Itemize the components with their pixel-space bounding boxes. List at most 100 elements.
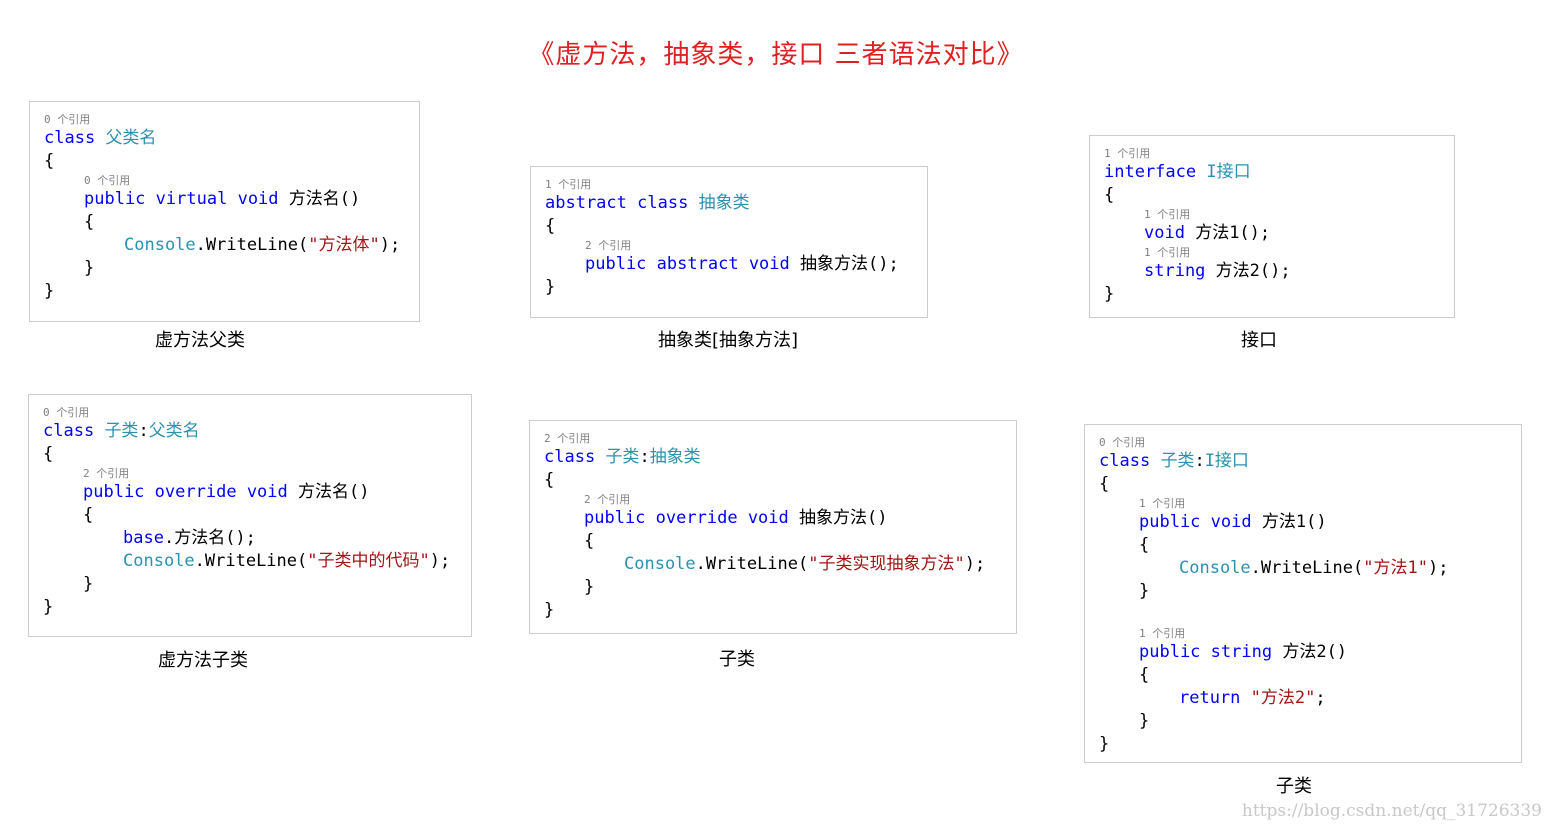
code-token: abstract (656, 254, 739, 274)
code-line: class 子类:I接口 (1099, 450, 1507, 473)
code-line: public void 方法1() (1099, 511, 1507, 534)
code-line: { (545, 215, 913, 238)
page-title: 《虚方法，抽象类，接口 三者语法对比》 (528, 40, 1024, 70)
code-token: } (1104, 284, 1115, 304)
code-token: 抽象类 (649, 447, 701, 467)
caption-abstract-child: 子类 (719, 649, 755, 670)
code-token: class (637, 193, 689, 213)
code-token: "子类中的代码" (307, 551, 430, 571)
code-token: : (639, 447, 650, 467)
code-token: class (44, 128, 96, 148)
reference-count: 0 个引用 (1099, 436, 1146, 449)
code-token: .WriteLine( (194, 551, 308, 571)
code-line: public virtual void 方法名() (44, 188, 405, 211)
code-token: ); (964, 554, 986, 574)
code-line: } (44, 257, 405, 280)
code-token: { (44, 151, 55, 171)
code-token: 方法1() (1251, 512, 1327, 532)
code-line: void 方法1(); (1104, 222, 1440, 245)
reference-count: 0 个引用 (44, 113, 91, 126)
code-token: virtual (155, 189, 228, 209)
code-token: Console (1179, 558, 1251, 578)
code-token: { (1139, 535, 1150, 555)
code-token: 子类 (104, 421, 139, 441)
code-token: { (1099, 474, 1110, 494)
code-panel-virtual-parent: 0 个引用 class 父类名{0 个引用 public virtual void … (29, 101, 420, 322)
code-token: I接口 (1206, 162, 1251, 182)
code-line: Console.WriteLine("子类实现抽象方法"); (544, 553, 1002, 576)
code-line: string 方法2(); (1104, 260, 1440, 283)
code-token: override (154, 482, 237, 502)
code-line: return "方法2"; (1099, 687, 1507, 710)
code-token: { (84, 212, 95, 232)
code-line: { (43, 504, 457, 527)
code-line: class 父类名 (44, 127, 405, 150)
code-token: { (1139, 665, 1150, 685)
reference-count: 1 个引用 (1104, 147, 1151, 160)
code-token: I接口 (1204, 451, 1249, 471)
code-token: 抽象方法(); (789, 254, 899, 274)
code-token: .方法名(); (163, 528, 256, 548)
code-line: public override void 抽象方法() (544, 507, 1002, 530)
watermark: https://blog.csdn.net/qq_31726339 (1241, 801, 1542, 821)
code-token: void (237, 189, 279, 209)
code-line: { (544, 469, 1002, 492)
code-token: { (584, 531, 595, 551)
code-token: } (544, 600, 555, 620)
code-token: ); (379, 235, 401, 255)
code-token: Console (624, 554, 696, 574)
code-token: { (83, 505, 94, 525)
code-token: } (545, 277, 556, 297)
code-token: : (1194, 451, 1205, 471)
code-token: class (544, 447, 596, 467)
code-token: } (584, 577, 595, 597)
code-token: "方法体" (308, 235, 380, 255)
code-token: 方法2() (1272, 642, 1348, 662)
code-panel-virtual-child: 0 个引用 class 子类:父类名{2 个引用 public override v… (28, 394, 472, 637)
caption-interface: 接口 (1241, 330, 1277, 351)
reference-count: 2 个引用 (544, 432, 591, 445)
code-token: 子类 (1160, 451, 1195, 471)
code-line: public string 方法2() (1099, 641, 1507, 664)
code-line: { (1099, 473, 1507, 496)
code-line: { (544, 530, 1002, 553)
code-token: } (1139, 711, 1150, 731)
code-panel-abstract-child: 2 个引用 class 子类:抽象类{2 个引用 public override v… (529, 420, 1017, 634)
code-line: } (1099, 733, 1507, 756)
code-token: public (1139, 642, 1201, 662)
code-token: void (748, 254, 790, 274)
code-line: } (544, 599, 1002, 622)
code-token: 抽象类 (698, 193, 750, 213)
code-line: } (1099, 710, 1507, 733)
code-token: ; (1315, 688, 1326, 708)
code-token: 子类 (605, 447, 640, 467)
code-token: public (585, 254, 647, 274)
code-token: public (84, 189, 146, 209)
code-token: 抽象方法() (788, 508, 888, 528)
reference-count: 0 个引用 (84, 174, 131, 187)
caption-interface-child: 子类 (1276, 776, 1312, 797)
code-token: 父类名 (148, 421, 200, 441)
code-line: { (1099, 534, 1507, 557)
caption-abstract-class: 抽象类[抽象方法] (657, 330, 799, 351)
reference-count: 0 个引用 (43, 406, 90, 419)
code-token: void (1210, 512, 1252, 532)
code-line: } (43, 596, 457, 619)
code-token: override (655, 508, 738, 528)
code-line: } (544, 576, 1002, 599)
code-token: public (584, 508, 646, 528)
code-token: 方法1(); (1184, 223, 1271, 243)
code-token: { (43, 444, 54, 464)
code-panel-interface: 1 个引用 interface I接口{1 个引用 void 方法1(); 1 个引用… (1089, 135, 1455, 318)
reference-count: 1 个引用 (1144, 246, 1191, 259)
